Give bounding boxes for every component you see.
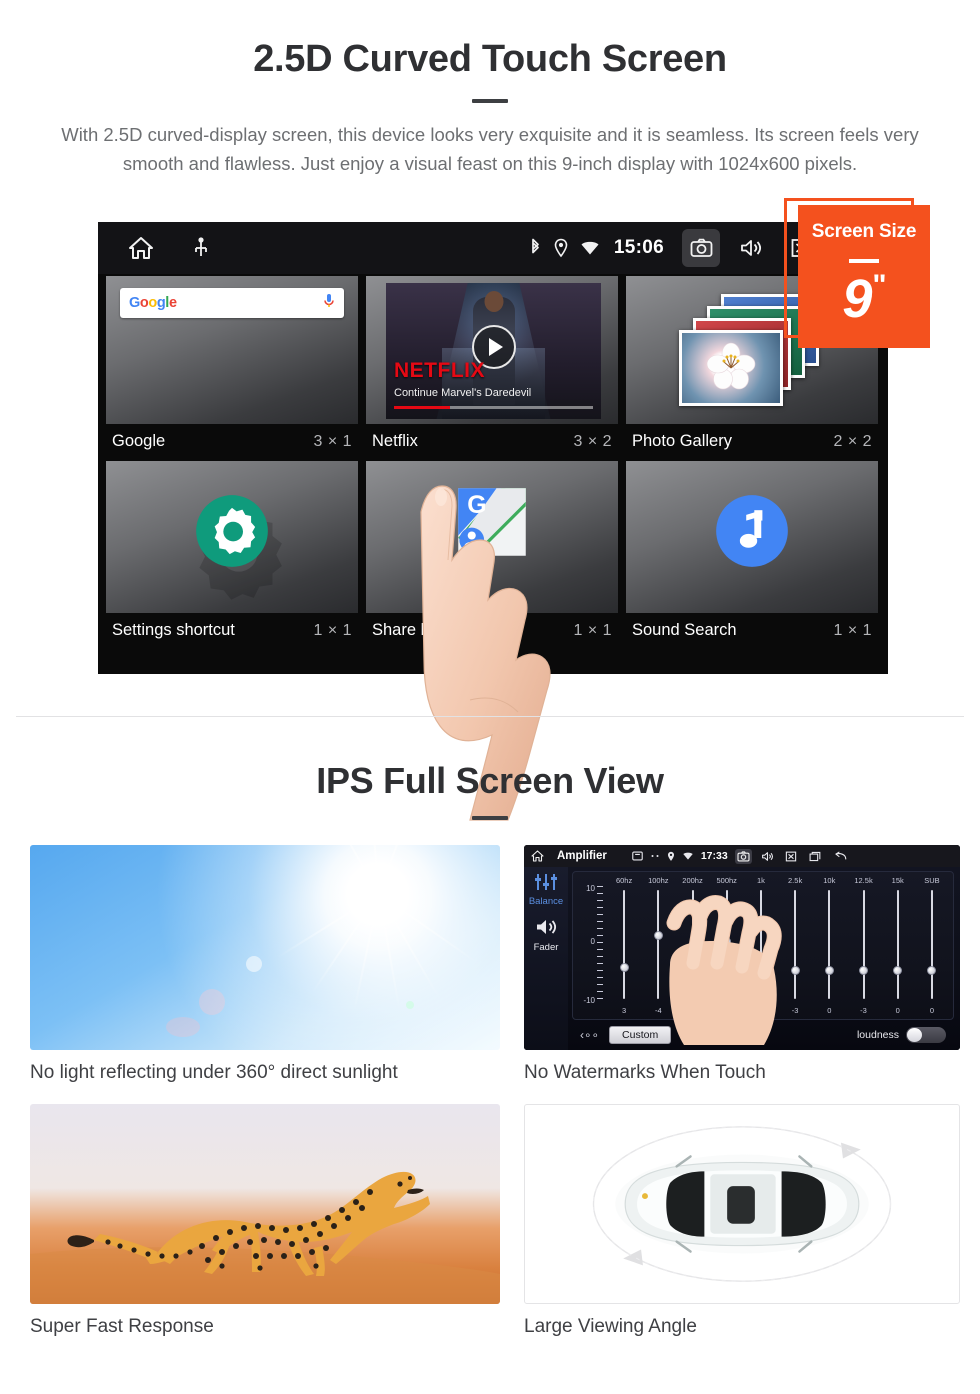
feature-caption: No Watermarks When Touch bbox=[524, 1062, 766, 1083]
microphone-icon[interactable] bbox=[323, 293, 335, 314]
product-feature-page: 2.5D Curved Touch Screen With 2.5D curve… bbox=[0, 0, 980, 1394]
section-1-title: 2.5D Curved Touch Screen bbox=[253, 38, 727, 80]
feature-card-sunlight: No light reflecting under 360° direct su… bbox=[30, 845, 500, 1084]
google-search-bar[interactable]: Google bbox=[120, 288, 344, 318]
google-logo: Google bbox=[129, 295, 177, 311]
widget-meta: Photo Gallery 2 × 2 bbox=[626, 424, 878, 461]
feature-caption: No light reflecting under 360° direct su… bbox=[30, 1062, 398, 1083]
widget-size: 2 × 2 bbox=[833, 432, 872, 450]
section-1-description: With 2.5D curved-display screen, this de… bbox=[61, 124, 919, 174]
page-dot[interactable] bbox=[448, 662, 472, 665]
widget-name: Share location bbox=[372, 621, 478, 639]
badge-label: Screen Size bbox=[811, 221, 917, 242]
feature-card-no-watermarks: Amplifier 17:33 Balance Fader 10 0 -10 6… bbox=[524, 845, 960, 1084]
widget-grid: Google Google 3 × 1 NETFLIX Continue Mar… bbox=[106, 276, 880, 650]
widget-cell-sound-search[interactable]: Sound Search 1 × 1 bbox=[626, 461, 878, 650]
badge-rule bbox=[849, 259, 879, 263]
widget-meta: Share location 1 × 1 bbox=[366, 613, 618, 650]
page-dot[interactable] bbox=[481, 662, 505, 665]
widget-cell-share-location[interactable]: G Share location 1 × 1 bbox=[366, 461, 618, 650]
widget-name: Photo Gallery bbox=[632, 432, 732, 450]
badge-unit: " bbox=[872, 269, 886, 302]
cherry-blossom-icon bbox=[706, 342, 756, 390]
widget-name: Sound Search bbox=[632, 621, 737, 639]
sound-search-widget[interactable] bbox=[626, 461, 878, 613]
page-indicator[interactable] bbox=[98, 662, 888, 665]
netflix-subtitle: Continue Marvel's Daredevil bbox=[394, 387, 532, 399]
section-2-title: IPS Full Screen View bbox=[316, 760, 664, 801]
settings-gear-icon[interactable] bbox=[195, 494, 269, 568]
netflix-brand: NETFLIX bbox=[394, 359, 485, 382]
widget-size: 1 × 1 bbox=[833, 621, 872, 639]
title-underline-rule bbox=[472, 99, 508, 103]
badge-value-wrap: 9" bbox=[842, 269, 886, 329]
widget-size: 1 × 1 bbox=[573, 621, 612, 639]
car-top-view-illustration bbox=[524, 1104, 960, 1304]
cheetah-silhouette bbox=[30, 1171, 500, 1304]
usb-icon[interactable] bbox=[194, 236, 208, 260]
widget-meta: Netflix 3 × 2 bbox=[366, 424, 618, 461]
widget-name: Google bbox=[112, 432, 166, 450]
page-dot-active[interactable] bbox=[514, 662, 538, 665]
widget-meta: Settings shortcut 1 × 1 bbox=[106, 613, 358, 650]
volume-icon[interactable] bbox=[732, 229, 770, 267]
feature-caption: Super Fast Response bbox=[30, 1316, 214, 1337]
badge-value: 9 bbox=[842, 269, 873, 329]
status-clock: 15:06 bbox=[613, 237, 664, 258]
section-divider bbox=[16, 716, 964, 717]
widget-row-1: Google Google 3 × 1 NETFLIX Continue Mar… bbox=[106, 276, 880, 461]
widget-cell-google[interactable]: Google Google 3 × 1 bbox=[106, 276, 358, 461]
feature-card-viewing-angle: Large Viewing Angle bbox=[524, 1104, 960, 1338]
settings-shortcut-widget[interactable] bbox=[106, 461, 358, 613]
location-pin-icon bbox=[554, 238, 568, 258]
widget-meta: Sound Search 1 × 1 bbox=[626, 613, 878, 650]
share-location-widget[interactable]: G bbox=[366, 461, 618, 613]
bluetooth-icon bbox=[529, 238, 542, 258]
svg-text:G: G bbox=[467, 492, 486, 519]
widget-size: 3 × 2 bbox=[573, 432, 612, 450]
google-search-widget[interactable]: Google bbox=[106, 276, 358, 424]
car-rotation-diagram bbox=[592, 1126, 892, 1282]
widget-name: Settings shortcut bbox=[112, 621, 235, 639]
widget-name: Netflix bbox=[372, 432, 418, 450]
netflix-artwork: NETFLIX Continue Marvel's Daredevil bbox=[386, 283, 601, 419]
screen-size-badge: Screen Size 9" bbox=[798, 205, 930, 348]
wifi-icon bbox=[580, 239, 600, 257]
camera-icon[interactable] bbox=[682, 229, 720, 267]
widget-meta: Google 3 × 1 bbox=[106, 424, 358, 461]
netflix-progress-bar bbox=[394, 406, 593, 409]
google-maps-icon[interactable]: G bbox=[456, 486, 528, 558]
music-note-icon[interactable] bbox=[715, 494, 789, 568]
widget-cell-netflix[interactable]: NETFLIX Continue Marvel's Daredevil Netf… bbox=[366, 276, 618, 461]
running-cheetah-photo bbox=[30, 1104, 500, 1304]
netflix-widget[interactable]: NETFLIX Continue Marvel's Daredevil bbox=[366, 276, 618, 424]
feature-caption: Large Viewing Angle bbox=[524, 1316, 697, 1337]
amplifier-equalizer-screenshot: Amplifier 17:33 Balance Fader 10 0 -10 6… bbox=[524, 845, 960, 1050]
home-icon[interactable] bbox=[128, 236, 154, 260]
sunlight-sky-photo bbox=[30, 845, 500, 1050]
hand-on-screen-illustration bbox=[666, 895, 782, 1045]
widget-size: 3 × 1 bbox=[313, 432, 352, 450]
feature-card-fast-response: Super Fast Response bbox=[30, 1104, 500, 1338]
widget-row-2: Settings shortcut 1 × 1 G Share location… bbox=[106, 461, 880, 650]
widget-size: 1 × 1 bbox=[313, 621, 352, 639]
widget-cell-settings[interactable]: Settings shortcut 1 × 1 bbox=[106, 461, 358, 650]
device-screenshot: 15:06 Google Google 3 × 1 NETFLIX Contin… bbox=[98, 222, 888, 674]
android-status-bar: 15:06 bbox=[98, 222, 888, 274]
section-2-underline-rule bbox=[472, 816, 508, 820]
